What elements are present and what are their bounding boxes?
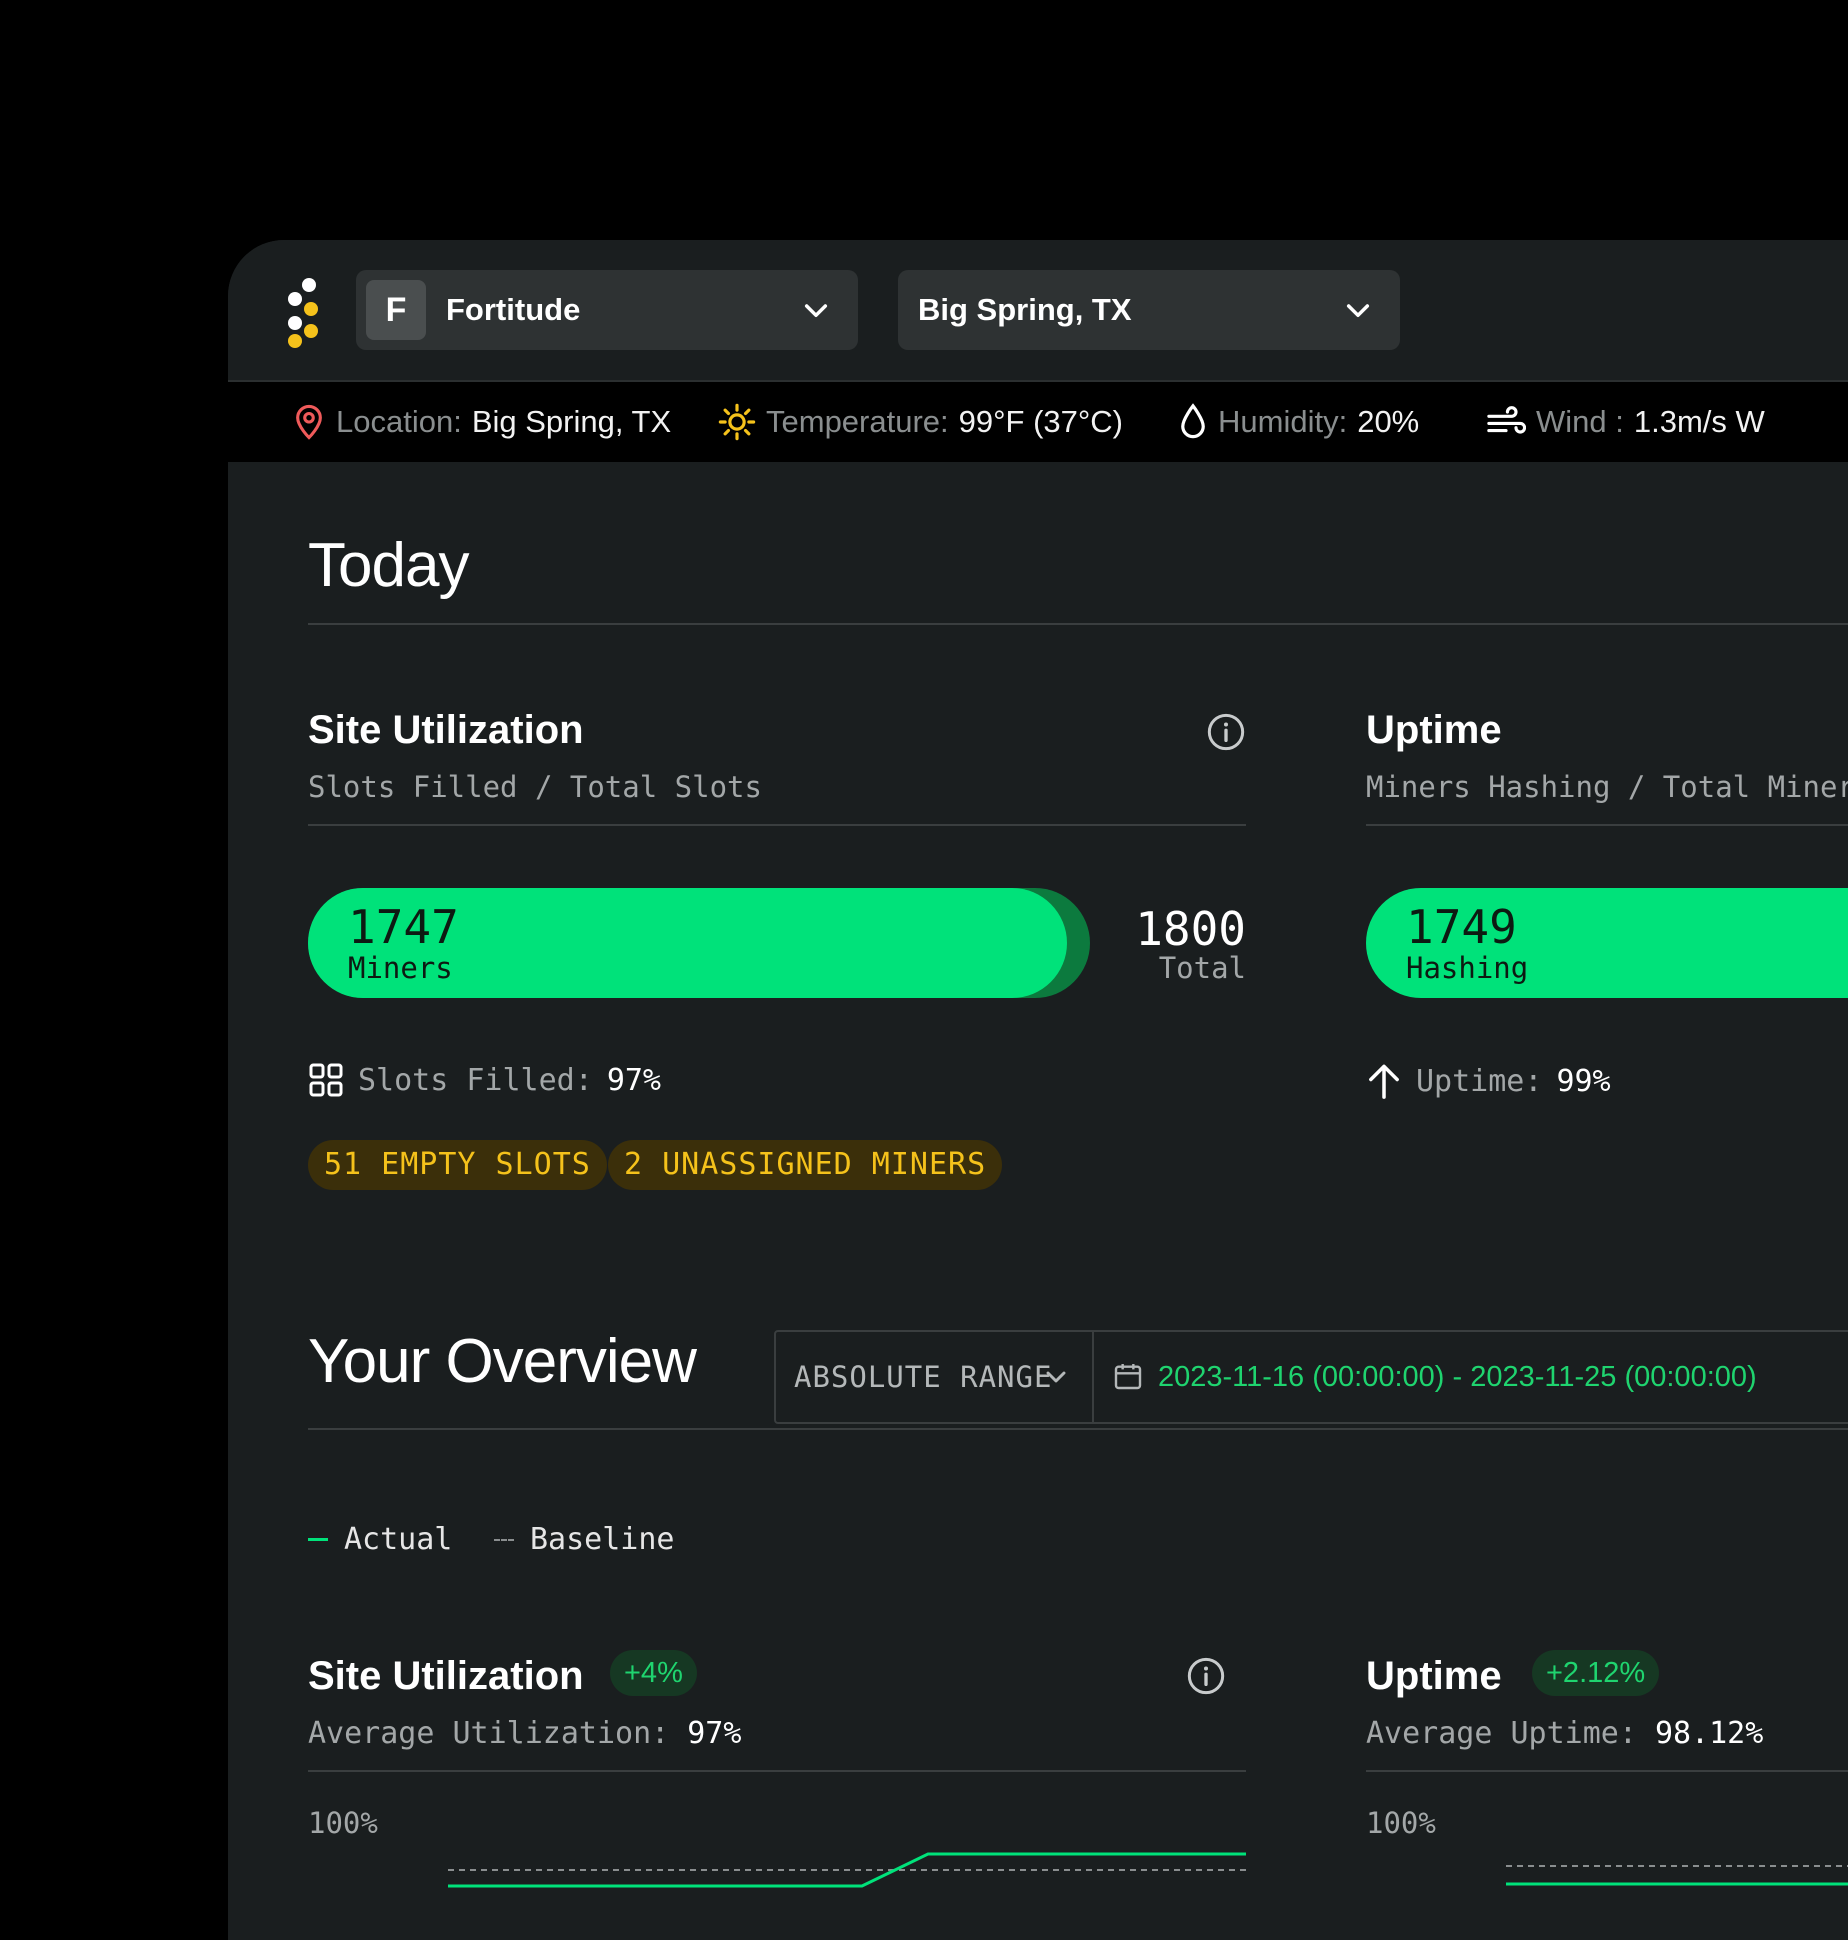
today-title: Today [308,531,469,600]
calendar-icon [1114,1364,1142,1390]
top-bar: F Fortitude Big Spring, TX [228,240,1848,382]
overview-uptime-title: Uptime [1366,1654,1502,1698]
slots-filled-value: 1747 [348,900,459,954]
hashing-value: 1749 [1406,900,1517,954]
uptime-divider [1366,824,1848,826]
wind-label: Wind : [1536,404,1624,439]
date-range-value: 2023-11-16 (00:00:00) - 2023-11-25 (00:0… [1158,1361,1757,1393]
slots-total-caption: Total [1158,951,1246,985]
unassigned-miners-badge[interactable]: 2 UNASSIGNED MINERS [608,1140,1003,1190]
average-utilization: Average Utilization: 97% [308,1716,741,1751]
empty-slots-badge[interactable]: 51 EMPTY SLOTS [308,1140,607,1190]
uptime-label: Uptime: [1416,1063,1543,1099]
average-uptime: Average Uptime: 98.12% [1366,1716,1763,1751]
info-icon[interactable] [1186,1656,1226,1696]
overview-uptime-divider [1366,1770,1848,1772]
uptime-bar: 1749 Hashing [1366,888,1848,998]
baseline-label: Baseline [530,1522,675,1557]
org-name: Fortitude [446,292,581,327]
grid-icon [309,1063,343,1097]
slots-filled-stat: Slots Filled: 97% [308,1062,661,1098]
overview-site-utilization-title: Site Utilization [308,1654,584,1698]
average-utilization-label: Average Utilization: [308,1716,670,1751]
uptime-subtitle: Miners Hashing / Total Miners [1366,770,1848,804]
temperature-value: 99°F (37°C) [958,404,1123,439]
range-mode-label: ABSOLUTE RANGE [794,1360,1053,1394]
slots-filled-bar: 1747 Miners [308,888,1090,998]
humidity-label: Humidity: [1218,404,1348,439]
y-axis-tick: 100% [308,1806,378,1840]
actual-swatch [308,1538,328,1541]
baseline-swatch [494,1538,514,1541]
droplet-icon [1181,403,1205,439]
chevron-down-icon [804,304,828,318]
overview-title: Your Overview [308,1327,697,1396]
uptime-percent: 99% [1556,1063,1611,1099]
site-utilization-delta-badge: +4% [610,1650,697,1696]
weather-humidity: Humidity: 20% [1178,382,1419,462]
overview-divider [308,1428,1848,1430]
actual-label: Actual [344,1522,453,1557]
chevron-down-icon [1346,304,1370,318]
info-icon[interactable] [1206,712,1246,752]
site-name: Big Spring, TX [918,292,1132,327]
date-range-control: ABSOLUTE RANGE 2023-11-16 (00:00:00) - 2… [774,1330,1848,1424]
legend-actual: Actual [308,1522,452,1557]
chevron-down-icon [1046,1371,1066,1383]
hashing-caption: Hashing [1406,951,1529,985]
uptime-title: Uptime [1366,708,1502,752]
site-utilization-title: Site Utilization [308,708,584,752]
average-uptime-label: Average Uptime: [1366,1716,1637,1751]
today-divider [308,623,1848,625]
overview-site-utilization-divider [308,1770,1246,1772]
average-uptime-value: 98.12% [1654,1716,1764,1751]
legend-baseline: Baseline [494,1522,675,1557]
humidity-value: 20% [1357,404,1420,439]
average-utilization-value: 97% [687,1716,742,1751]
wind-value: 1.3m/s W [1633,404,1765,439]
uptime-stat: Uptime: 99% [1366,1062,1611,1100]
logo-icon [284,278,324,348]
map-pin-icon [296,404,322,440]
range-mode-select[interactable]: ABSOLUTE RANGE [776,1332,1094,1422]
arrow-up-icon [1369,1064,1399,1099]
location-value: Big Spring, TX [471,404,672,439]
site-utilization-subtitle: Slots Filled / Total Slots [308,770,762,804]
weather-location: Location: Big Spring, TX [292,382,671,462]
slots-filled-label: Slots Filled: [358,1062,593,1098]
slots-filled-caption: Miners [348,951,453,985]
dashboard-window: F Fortitude Big Spring, TX Location: Big… [228,240,1848,1940]
org-avatar: F [366,280,426,340]
weather-temperature: Temperature: 99°F (37°C) [718,382,1123,462]
site-select[interactable]: Big Spring, TX [898,270,1400,350]
sun-icon [718,403,756,441]
location-label: Location: [336,404,462,439]
slots-filled-percent: 97% [606,1062,661,1098]
temperature-label: Temperature: [766,404,949,439]
slots-total-value: 1800 [1135,902,1246,956]
wind-icon [1487,406,1526,434]
weather-wind: Wind : 1.3m/s W [1486,382,1765,462]
site-utilization-divider [308,824,1246,826]
uptime-chart [1506,1865,1848,1886]
organization-select[interactable]: F Fortitude [356,270,858,350]
uptime-delta-badge: +2.12% [1532,1650,1660,1696]
y-axis-tick: 100% [1366,1806,1436,1840]
date-range-picker[interactable]: 2023-11-16 (00:00:00) - 2023-11-25 (00:0… [1094,1332,1848,1422]
weather-bar: Location: Big Spring, TX Temperature: 99… [228,382,1848,462]
utilization-chart [448,1852,1246,1888]
